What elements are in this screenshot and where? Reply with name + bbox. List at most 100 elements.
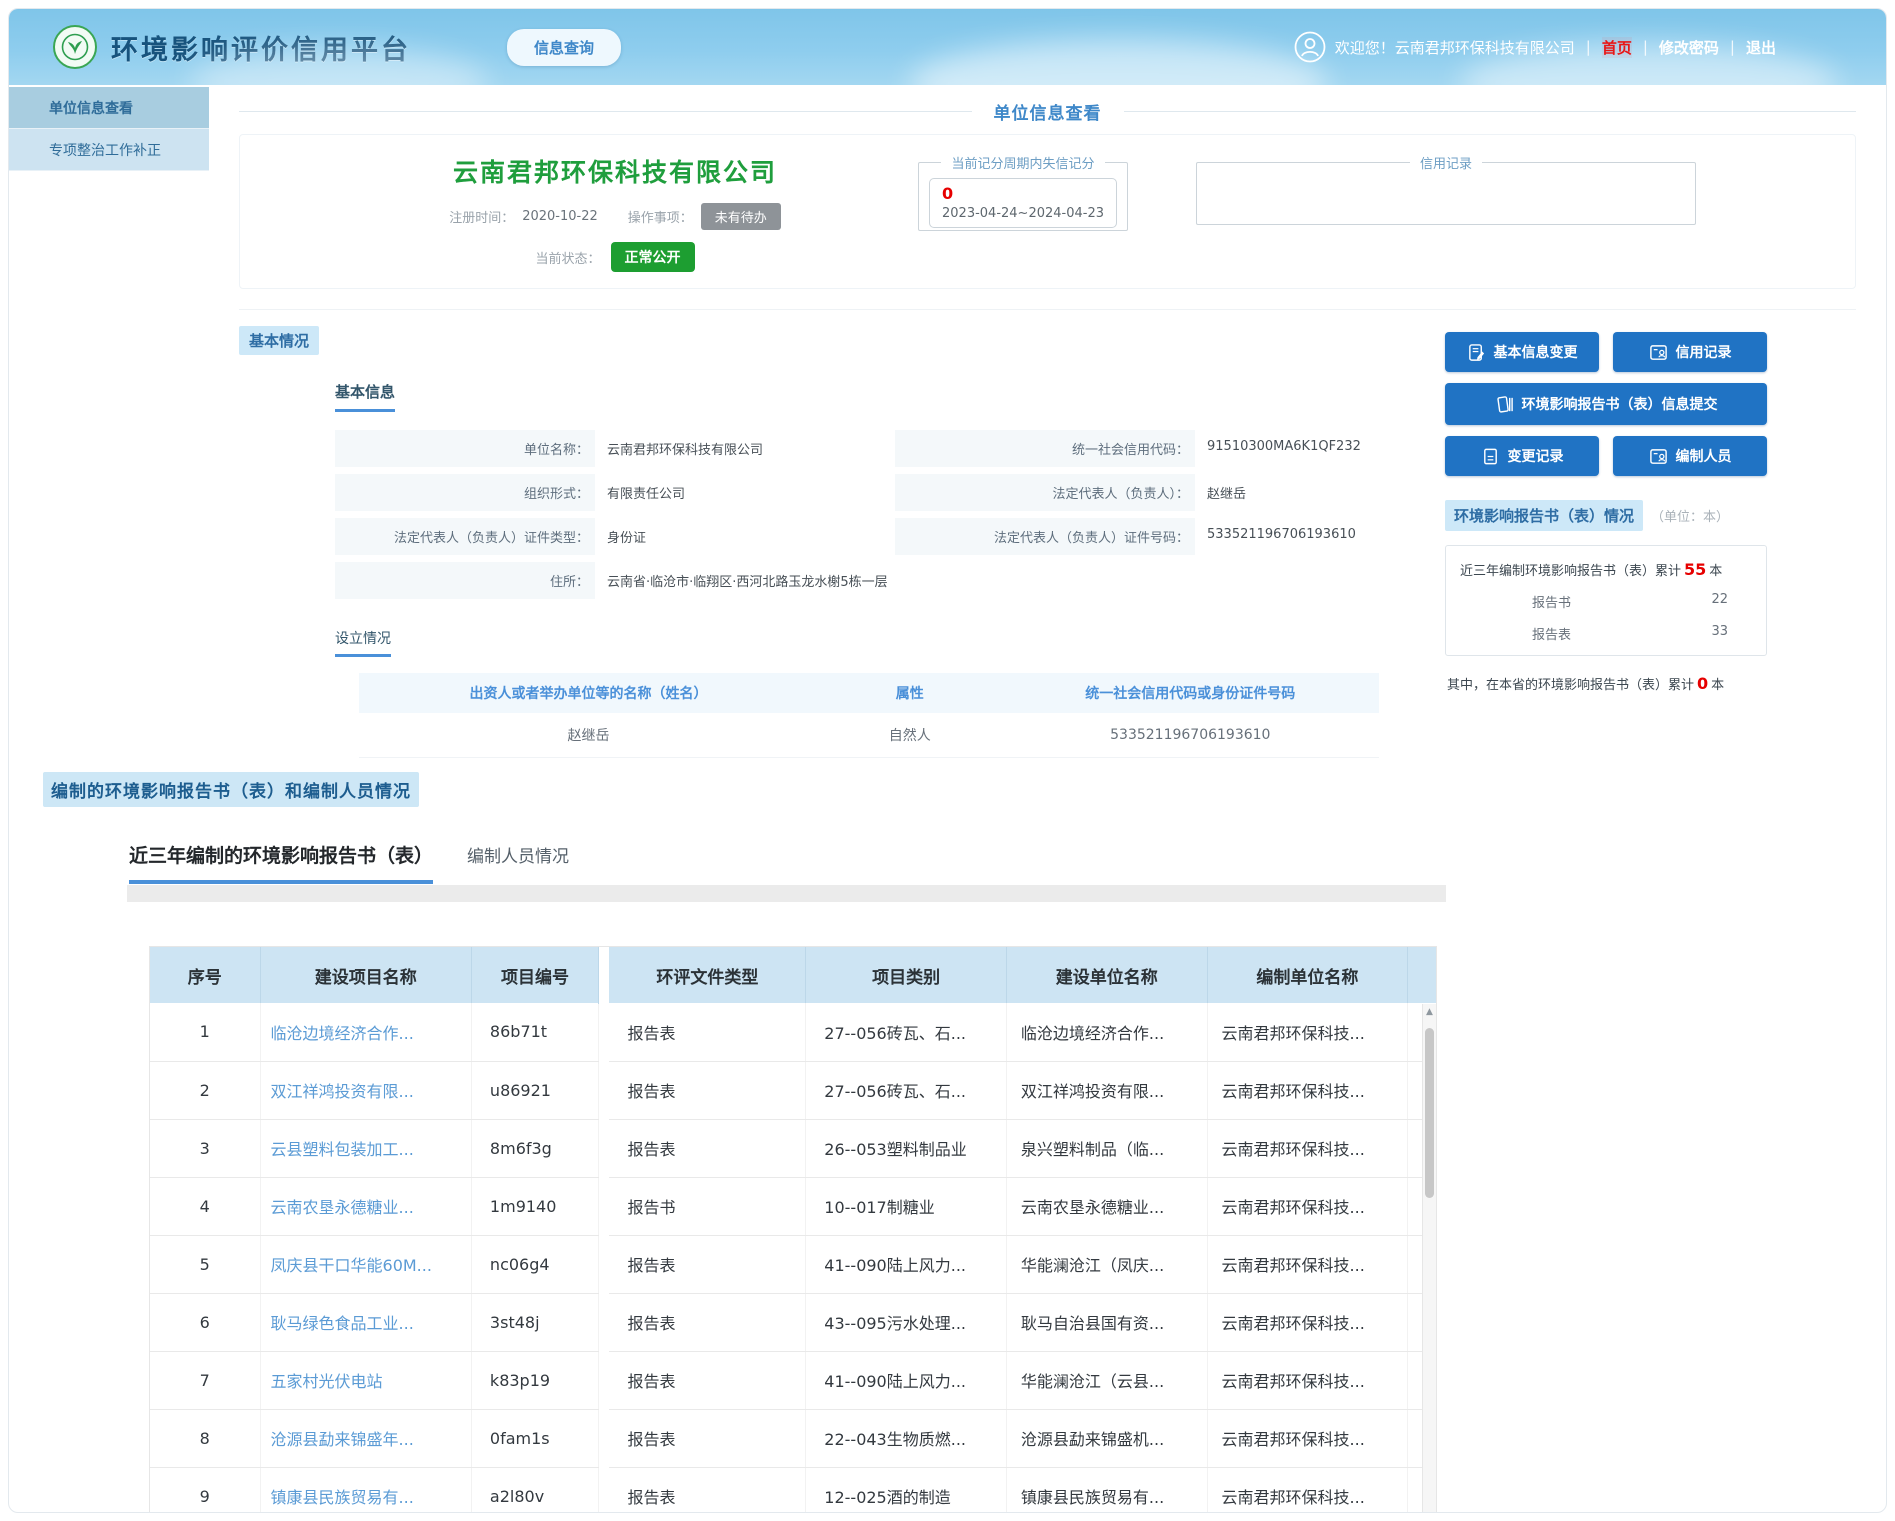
page-title: 单位信息查看 — [994, 99, 1102, 124]
cell-project-name[interactable]: 镇康县民族贸易有... — [260, 1467, 471, 1513]
table-row: 7五家村光伏电站k83p19报告表41--090陆上风力...华能澜沧江（云县.… — [150, 1351, 1437, 1409]
project-link[interactable]: 耿马绿色食品工业... — [271, 1314, 414, 1333]
cell-project-name[interactable]: 云南农垦永德糖业... — [260, 1177, 471, 1235]
column-split — [599, 1235, 610, 1293]
cell-category: 26--053塑料制品业 — [806, 1119, 1007, 1177]
register-time-value: 2020-10-22 — [522, 209, 598, 224]
nav-separator: | — [1643, 38, 1648, 56]
change-record-button[interactable]: 变更记录 — [1445, 436, 1599, 476]
project-link[interactable]: 沧源县勐来锦盛年... — [271, 1430, 414, 1449]
tab-underline-strip — [127, 885, 1446, 902]
staff-button[interactable]: 编制人员 — [1613, 436, 1767, 476]
sidebar-item-unit-info[interactable]: 单位信息查看 — [9, 87, 209, 129]
button-label: 环境影响报告书（表）信息提交 — [1522, 394, 1718, 414]
main-panel: 单位信息查看 云南君邦环保科技有限公司 注册时间： 2020-10-22 操作事… — [209, 85, 1886, 758]
cell-project-code: nc06g4 — [471, 1235, 598, 1293]
table-row: 4云南农垦永德糖业...1m9140报告书10--017制糖业云南农垦永德糖业.… — [150, 1177, 1437, 1235]
cell-compiler-name: 云南君邦环保科技... — [1207, 1409, 1408, 1467]
nav-home-link[interactable]: 首页 — [1602, 37, 1632, 58]
person-card-icon — [1649, 343, 1668, 362]
column-split — [599, 1177, 610, 1235]
section-divider — [239, 309, 1856, 310]
report-stats-title: 环境影响报告书（表）情况 — [1445, 500, 1643, 531]
project-link[interactable]: 临沧边境经济合作... — [271, 1024, 414, 1043]
document-icon — [1481, 447, 1500, 466]
field-value: 有限责任公司 — [595, 474, 685, 511]
tab-recent-reports[interactable]: 近三年编制的环境影响报告书（表） — [129, 841, 433, 884]
register-time-label: 注册时间： — [449, 207, 514, 226]
cell-compiler-name: 云南君邦环保科技... — [1207, 1293, 1408, 1351]
project-link[interactable]: 云南农垦永德糖业... — [271, 1198, 414, 1217]
cell-seq: 1 — [150, 1003, 260, 1061]
cell-project-name[interactable]: 双江祥鸿投资有限... — [260, 1061, 471, 1119]
field-value: 云南省·临沧市·临翔区·西河北路玉龙水榭5栋一层 — [595, 562, 888, 599]
credit-record-button[interactable]: 信用记录 — [1613, 332, 1767, 372]
field-value: 533521196706193610 — [1195, 518, 1356, 555]
cell-doc-type: 报告表 — [609, 1351, 805, 1409]
report-stats-panel: 环境影响报告书（表）情况 （单位：本） 近三年编制环境影响报告书（表）累计55本… — [1445, 500, 1767, 693]
company-meta: 注册时间： 2020-10-22 操作事项： 未有待办 — [330, 203, 900, 230]
score-period: 2023-04-24~2024-04-23 — [942, 206, 1106, 221]
report-submit-button[interactable]: 环境影响报告书（表）信息提交 — [1445, 383, 1767, 425]
establishment-table: 出资人或者举办单位等的名称（姓名） 属性 统一社会信用代码或身份证件号码 赵继岳… — [359, 673, 1379, 758]
column-header: 序号 — [150, 947, 260, 1003]
column-header: 环评文件类型 — [609, 947, 805, 1003]
sidebar-item-special-rectification[interactable]: 专项整治工作补正 — [9, 129, 209, 171]
form-row: 住所： 云南省·临沧市·临翔区·西河北路玉龙水榭5栋一层 — [335, 562, 1385, 599]
info-query-button[interactable]: 信息查询 — [507, 29, 621, 66]
tab-staff-info[interactable]: 编制人员情况 — [467, 842, 569, 884]
basic-section: 基本情况 基本信息 单位名称： 云南君邦环保科技有限公司 统一社会信用代码： 9… — [239, 326, 1399, 758]
basic-section-title: 基本情况 — [239, 326, 319, 355]
tab-establishment[interactable]: 设立情况 — [335, 628, 391, 657]
field-label: 住所： — [335, 562, 595, 599]
projects-table-container: 序号建设项目名称项目编号环评文件类型项目类别建设单位名称编制单位名称编制主 1临… — [149, 946, 1437, 1513]
basic-section-row: 基本情况 基本信息 单位名称： 云南君邦环保科技有限公司 统一社会信用代码： 9… — [239, 326, 1856, 758]
scrollbar-up-arrow[interactable]: ▲ — [1423, 1007, 1436, 1017]
table-scrollbar[interactable]: ▲ — [1422, 1004, 1436, 1513]
credit-record-title: 信用记录 — [1410, 153, 1482, 172]
project-link[interactable]: 凤庆县干口华能60M... — [271, 1256, 432, 1275]
column-header: 项目编号 — [471, 947, 598, 1003]
cell-owner-name: 沧源县勐来锦盛机... — [1006, 1409, 1207, 1467]
tab-basic-info[interactable]: 基本信息 — [335, 381, 395, 412]
cell-project-code: 86b71t — [471, 1003, 598, 1061]
project-link[interactable]: 双江祥鸿投资有限... — [271, 1082, 414, 1101]
project-link[interactable]: 五家村光伏电站 — [271, 1372, 383, 1391]
cell-category: 41--090陆上风力... — [806, 1351, 1007, 1409]
button-label: 信用记录 — [1676, 342, 1732, 362]
cell-owner-name: 镇康县民族贸易有... — [1006, 1467, 1207, 1513]
cell-doc-type: 报告表 — [609, 1293, 805, 1351]
report-stats-footer: 其中，在本省的环境影响报告书（表）累计0本 — [1445, 674, 1767, 693]
score-box: 0 2023-04-24~2024-04-23 — [929, 178, 1117, 228]
platform-logo-icon — [53, 25, 97, 69]
project-link[interactable]: 云县塑料包装加工... — [271, 1140, 414, 1159]
basic-info-change-button[interactable]: 基本信息变更 — [1445, 332, 1599, 372]
project-link[interactable]: 镇康县民族贸易有... — [271, 1488, 414, 1507]
column-header: 编制单位名称 — [1207, 947, 1408, 1003]
investor-type: 自然人 — [818, 713, 1002, 758]
column-header: 建设单位名称 — [1006, 947, 1207, 1003]
nav-change-password-link[interactable]: 修改密码 — [1659, 37, 1719, 58]
cell-project-name[interactable]: 沧源县勐来锦盛年... — [260, 1409, 471, 1467]
cell-seq: 4 — [150, 1177, 260, 1235]
nav-logout-link[interactable]: 退出 — [1746, 37, 1776, 58]
cell-category: 10--017制糖业 — [806, 1177, 1007, 1235]
report-stats-unit: （单位：本） — [1651, 506, 1729, 525]
stat-value: 22 — [1711, 592, 1728, 611]
company-summary-panel: 云南君邦环保科技有限公司 注册时间： 2020-10-22 操作事项： 未有待办… — [239, 134, 1856, 289]
form-row: 单位名称： 云南君邦环保科技有限公司 统一社会信用代码： 91510300MA6… — [335, 430, 1385, 467]
cell-project-name[interactable]: 五家村光伏电站 — [260, 1351, 471, 1409]
cell-seq: 6 — [150, 1293, 260, 1351]
field-label: 统一社会信用代码： — [895, 430, 1195, 467]
cell-project-name[interactable]: 云县塑料包装加工... — [260, 1119, 471, 1177]
nav-separator: | — [1586, 38, 1591, 56]
column-split — [599, 1409, 610, 1467]
cell-project-code: a2l80v — [471, 1467, 598, 1513]
table-row: 9镇康县民族贸易有...a2l80v报告表12--025酒的制造镇康县民族贸易有… — [150, 1467, 1437, 1513]
cell-project-name[interactable]: 临沧边境经济合作... — [260, 1003, 471, 1061]
column-header: 出资人或者举办单位等的名称（姓名） — [359, 673, 818, 713]
cell-project-name[interactable]: 耿马绿色食品工业... — [260, 1293, 471, 1351]
investor-code: 533521196706193610 — [1002, 713, 1379, 758]
scrollbar-thumb[interactable] — [1425, 1028, 1434, 1198]
cell-project-name[interactable]: 凤庆县干口华能60M... — [260, 1235, 471, 1293]
